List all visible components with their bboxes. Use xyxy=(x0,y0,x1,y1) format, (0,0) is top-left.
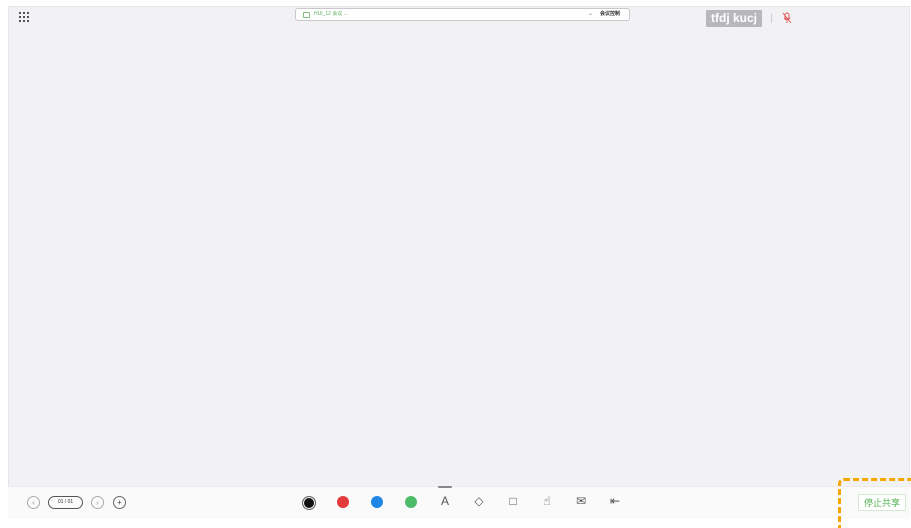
color-black-swatch[interactable] xyxy=(302,496,316,510)
toolbar-handle[interactable] xyxy=(438,486,452,488)
apps-grid-icon[interactable] xyxy=(19,12,29,22)
color-red-swatch[interactable] xyxy=(337,496,349,508)
prev-page-button[interactable]: ‹ xyxy=(27,496,40,509)
room-name: HUI_12 会议 ... xyxy=(314,11,348,17)
mail-icon[interactable]: ✉ xyxy=(574,494,588,508)
screen-icon xyxy=(303,12,310,18)
hand-tool-icon[interactable]: ☝ xyxy=(540,494,554,508)
rectangle-tool-icon[interactable]: □ xyxy=(506,494,520,508)
pen-tool-icon[interactable]: A xyxy=(438,494,452,508)
mic-muted-icon[interactable] xyxy=(782,12,792,24)
bottom-toolbar xyxy=(8,486,910,519)
user-name-badge: tfdj kucj xyxy=(706,10,763,27)
color-green-swatch[interactable] xyxy=(405,496,417,508)
exit-icon[interactable]: ⇤ xyxy=(608,494,622,508)
whiteboard-canvas[interactable] xyxy=(8,6,910,518)
meeting-control-button[interactable]: 会议控制 xyxy=(600,9,620,20)
divider xyxy=(771,14,772,23)
stop-share-button[interactable]: 停止共享 xyxy=(858,494,906,511)
page-indicator[interactable]: 01 / 01 xyxy=(48,496,83,509)
meeting-room-bar[interactable]: HUI_12 会议 ... ⌄ 会议控制 xyxy=(295,8,630,21)
add-page-button[interactable]: + xyxy=(113,496,126,509)
eraser-tool-icon[interactable]: ◇ xyxy=(472,494,486,508)
color-blue-swatch[interactable] xyxy=(371,496,383,508)
next-page-button[interactable]: › xyxy=(91,496,104,509)
chevron-down-icon[interactable]: ⌄ xyxy=(588,9,593,20)
